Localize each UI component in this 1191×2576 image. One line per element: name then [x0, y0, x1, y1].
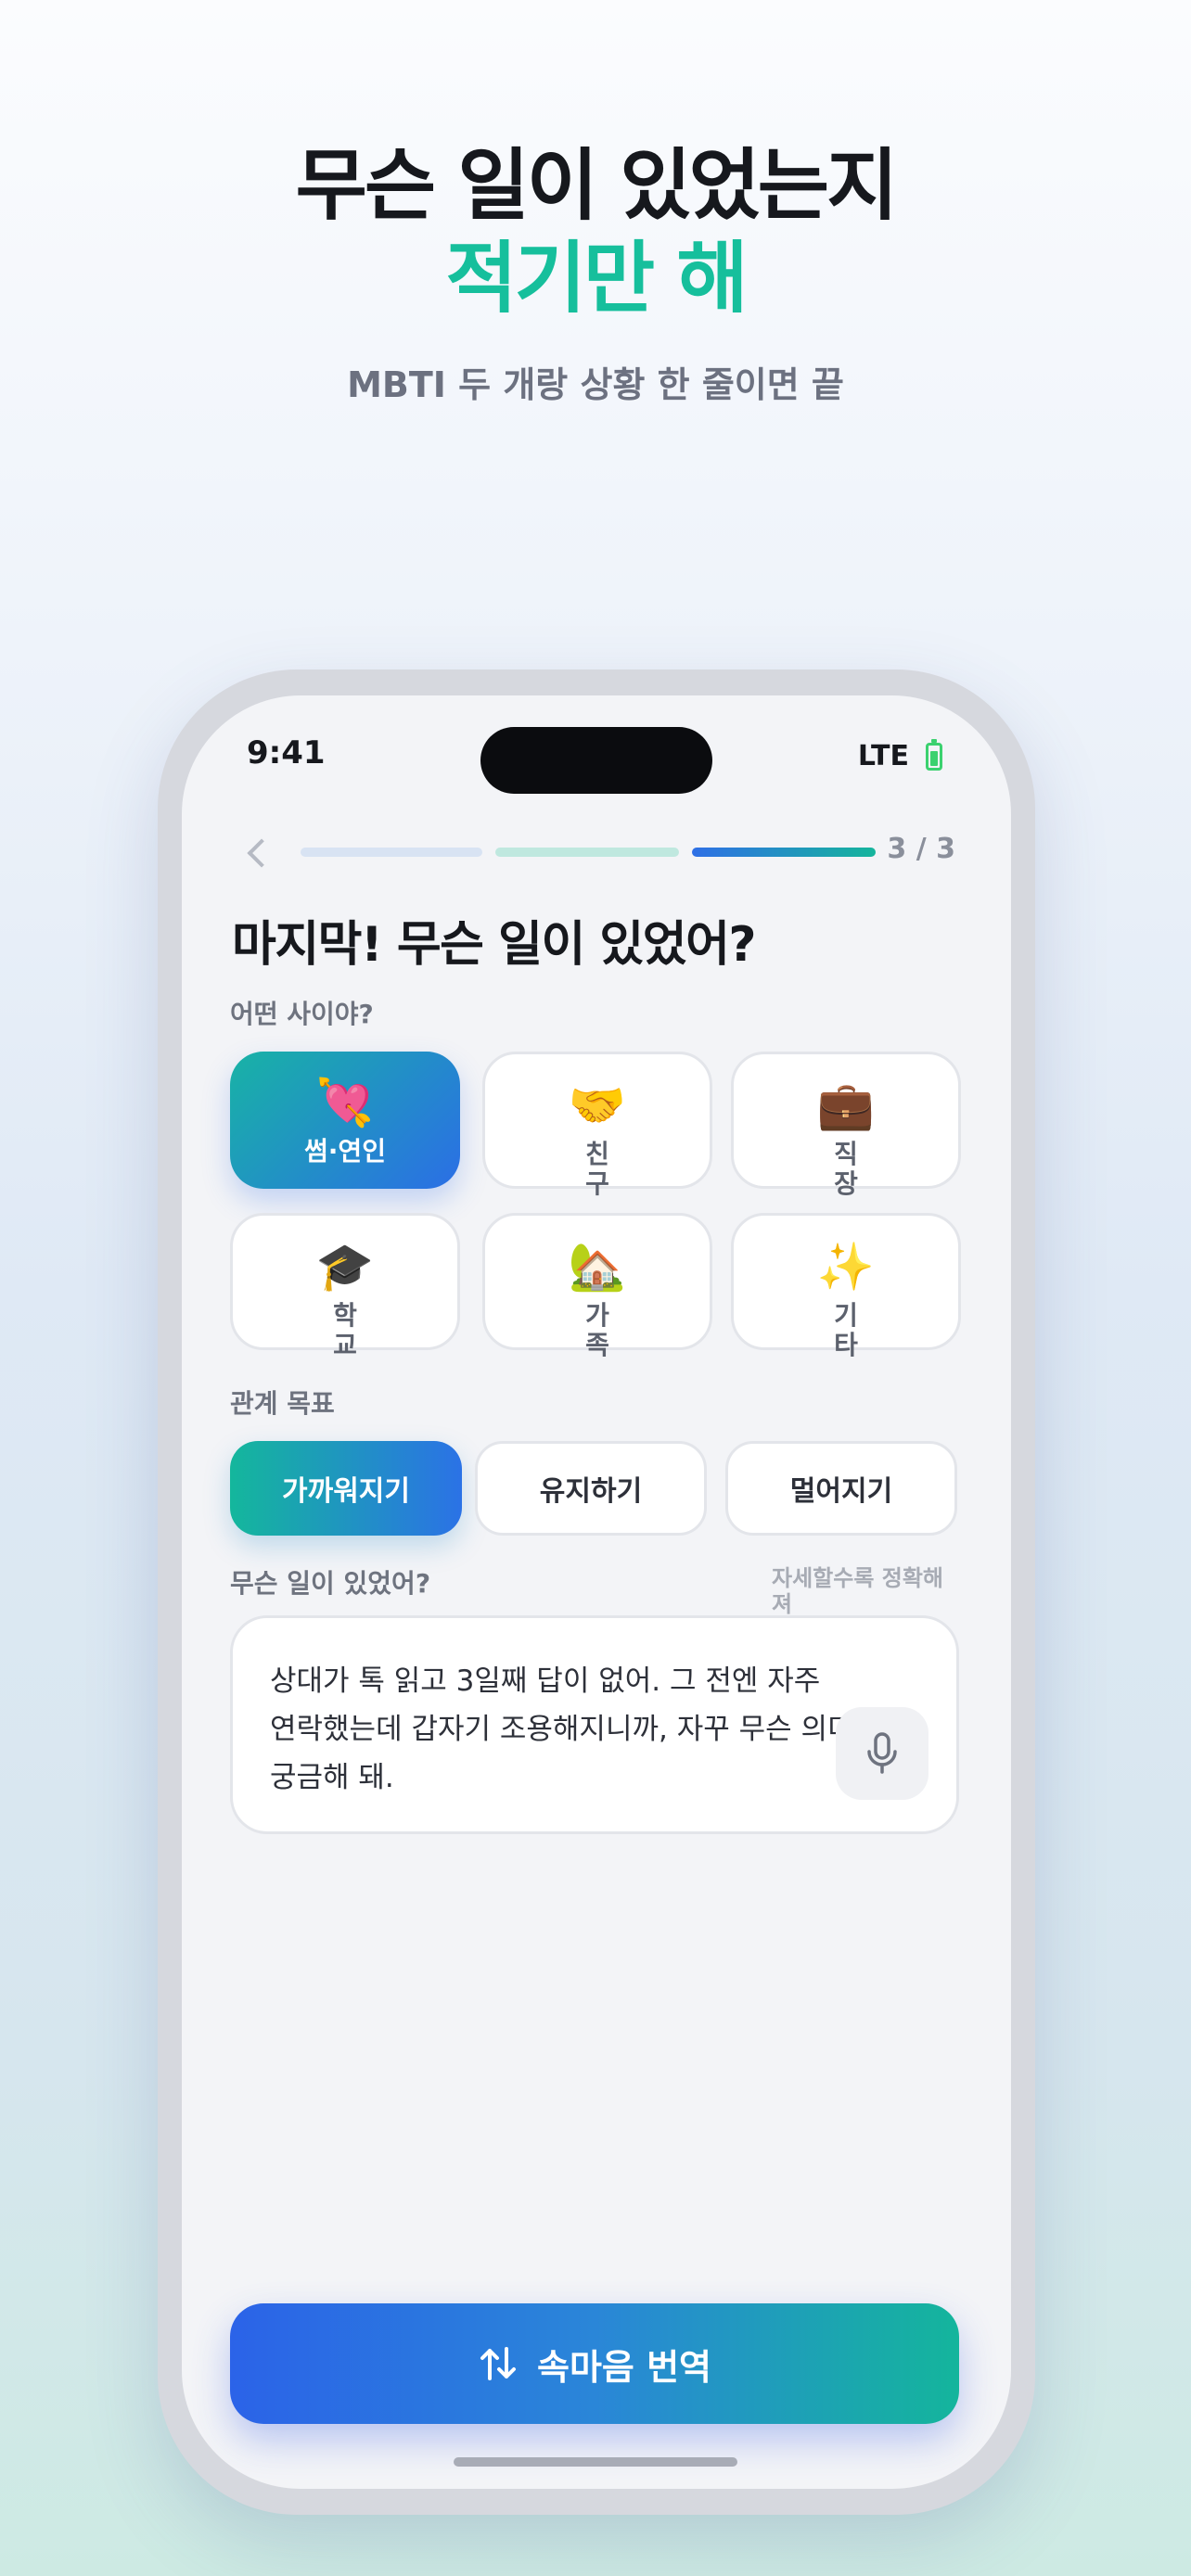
relationship-option-lover[interactable]: 💘 썸·연인 — [230, 1052, 460, 1189]
relationship-option-work[interactable]: 💼 직장 — [731, 1052, 961, 1199]
hero-title-line2: 적기만 해 — [445, 233, 748, 324]
progress-segment-3 — [692, 848, 876, 857]
relationship-label: 어떤 사이야? — [230, 999, 374, 1029]
translate-button[interactable]: 속마음 번역 — [230, 2303, 959, 2424]
relationship-option-school[interactable]: 🎓 학교 — [230, 1213, 460, 1360]
relationship-option-label: 기타 — [834, 1300, 858, 1360]
goal-option-distance[interactable]: 멀어지기 — [725, 1441, 957, 1536]
hero-title-line1: 무슨 일이 있었는지 — [295, 140, 899, 231]
situation-text: 상대가 톡 읽고 3일째 답이 없어. 그 전엔 자주 연락했는데 갑자기 조용… — [270, 1664, 907, 1794]
relationship-option-friend[interactable]: 🤝 친구 — [482, 1052, 712, 1199]
hero: 무슨 일이 있었는지 적기만 해 MBTI 두 개랑 상황 한 줄이면 끝 — [0, 139, 1191, 407]
situation-hint: 자세할수록 정확해져 — [772, 1565, 943, 1617]
relationship-option-label: 가족 — [585, 1300, 609, 1360]
situation-label: 무슨 일이 있었어? — [230, 1568, 431, 1599]
relationship-option-label: 썸·연인 — [304, 1136, 386, 1167]
goal-option-closer[interactable]: 가까워지기 — [230, 1441, 462, 1536]
progress-segment-1 — [301, 848, 482, 857]
network-label: LTE — [857, 740, 909, 772]
progress-segment-2 — [495, 848, 679, 857]
relationship-option-label: 직장 — [834, 1139, 858, 1199]
screen-title: 마지막! 무슨 일이 있었어? — [232, 917, 757, 973]
home-indicator[interactable] — [454, 2457, 737, 2467]
step-indicator: 3 / 3 — [887, 833, 955, 865]
briefcase-icon: 💼 — [816, 1078, 876, 1132]
house-icon: 🏡 — [568, 1240, 627, 1294]
chevron-left-icon — [247, 838, 276, 868]
relationship-option-label: 친구 — [585, 1139, 609, 1199]
hero-subtitle: MBTI 두 개랑 상황 한 줄이면 끝 — [347, 364, 844, 405]
status-time: 9:41 — [247, 734, 326, 772]
phone-screen: 9:41 LTE 3 / 3 마지막! 무슨 일이 있었어? 어떤 사이야? 💘… — [182, 695, 1011, 2489]
handshake-icon: 🤝 — [568, 1078, 627, 1132]
microphone-icon — [867, 1732, 897, 1774]
microphone-button[interactable] — [836, 1707, 928, 1800]
sparkles-icon: ✨ — [816, 1240, 876, 1294]
situation-textarea[interactable]: 상대가 톡 읽고 3일째 답이 없어. 그 전엔 자주 연락했는데 갑자기 조용… — [230, 1615, 959, 1834]
battery-icon — [926, 738, 942, 771]
status-indicators: LTE — [857, 738, 942, 772]
heart-arrow-icon: 💘 — [315, 1076, 375, 1129]
goal-option-maintain[interactable]: 유지하기 — [475, 1441, 707, 1536]
translate-button-label: 속마음 번역 — [536, 2346, 712, 2388]
relationship-option-other[interactable]: ✨ 기타 — [731, 1213, 961, 1360]
goal-label: 관계 목표 — [230, 1388, 335, 1419]
swap-vertical-icon — [480, 2347, 516, 2380]
back-button[interactable] — [237, 825, 278, 881]
dynamic-island — [480, 727, 712, 794]
relationship-option-label: 학교 — [333, 1300, 357, 1360]
relationship-option-family[interactable]: 🏡 가족 — [482, 1213, 712, 1360]
graduation-cap-icon: 🎓 — [315, 1240, 375, 1294]
